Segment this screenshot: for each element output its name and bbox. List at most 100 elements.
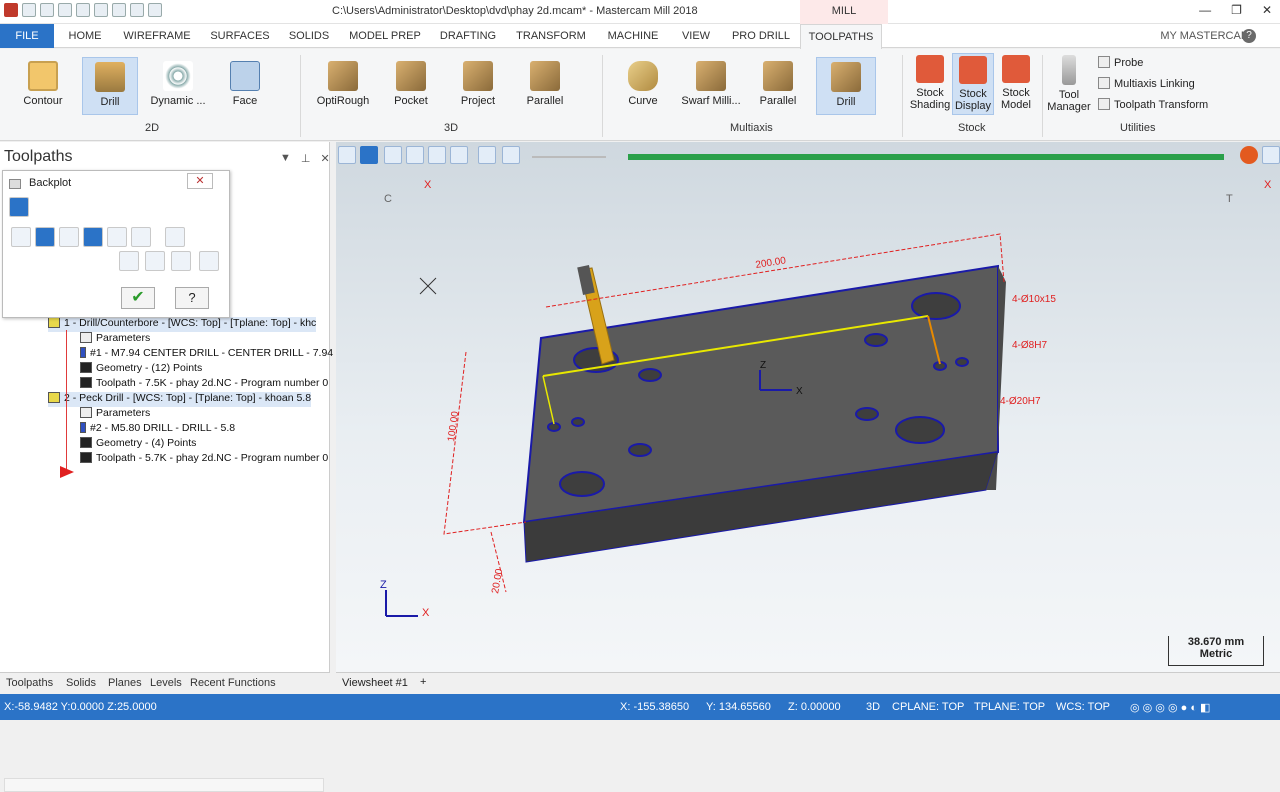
restore-icon[interactable]: ❐ — [1231, 3, 1242, 17]
save-icon[interactable] — [58, 3, 72, 17]
display-color-icon[interactable] — [131, 227, 151, 247]
cplane-status[interactable]: CPLANE: TOP — [892, 701, 964, 713]
tree-scrollbar[interactable] — [4, 778, 324, 792]
tab-transform[interactable]: TRANSFORM — [514, 24, 588, 48]
parallel-multiaxis-button[interactable]: Parallel — [750, 61, 806, 107]
add-viewsheet-button[interactable]: + — [420, 676, 426, 688]
new-icon[interactable] — [22, 3, 36, 17]
minimize-icon[interactable]: — — [1199, 3, 1211, 17]
my-mastercam-link[interactable]: MY MASTERCAM — [1160, 30, 1250, 42]
parallel-3d-button[interactable]: Parallel — [516, 61, 574, 107]
multiaxis-linking-button[interactable]: Multiaxis Linking — [1098, 77, 1195, 90]
tab-model-prep[interactable]: MODEL PREP — [348, 24, 422, 48]
drill-icon — [95, 62, 125, 92]
display-holder-icon[interactable] — [59, 227, 79, 247]
settings-icon[interactable] — [112, 3, 126, 17]
note-holes-1: 4-Ø10x15 — [1012, 294, 1056, 305]
wcs-status[interactable]: WCS: TOP — [1056, 701, 1110, 713]
select-path-icon[interactable] — [119, 251, 139, 271]
drill-multiaxis-button[interactable]: Drill — [816, 57, 876, 115]
tab-solids[interactable]: SOLIDS — [286, 24, 332, 48]
help-icon[interactable]: ? — [1242, 29, 1256, 43]
toolpath-icon — [80, 452, 92, 463]
ok-button[interactable]: ✔ — [121, 287, 155, 309]
redo-icon[interactable] — [148, 3, 162, 17]
panel-close-icon[interactable]: ✕ — [320, 152, 329, 165]
optirough-button[interactable]: OptiRough — [312, 61, 374, 107]
tree-item-tool[interactable]: #1 - M7.94 CENTER DRILL - CENTER DRILL -… — [80, 347, 333, 362]
y-coordinate[interactable]: Y: 134.65560 — [706, 701, 771, 713]
divider — [602, 55, 603, 137]
expand-icon[interactable] — [9, 197, 29, 217]
tab-home[interactable]: HOME — [62, 24, 108, 48]
save-as-icon[interactable] — [76, 3, 90, 17]
dynamic-button[interactable]: Dynamic ... — [148, 61, 208, 107]
display-entity-icon[interactable] — [107, 227, 127, 247]
tree-item-geometry[interactable]: Geometry - (4) Points — [80, 437, 196, 452]
stock-display-button[interactable]: Stock Display — [952, 53, 994, 115]
dim-height: 20.00 — [490, 568, 505, 595]
pin-icon[interactable]: ⊥ — [301, 152, 311, 165]
tree-item-parameters[interactable]: Parameters — [80, 332, 150, 347]
stock-model-icon — [1002, 55, 1030, 83]
camera-icon[interactable] — [171, 251, 191, 271]
backplot-close-icon[interactable]: ✕ — [187, 173, 213, 189]
tree-item-toolpath[interactable]: Toolpath - 7.5K - phay 2d.NC - Program n… — [80, 377, 328, 392]
insert-arrow-icon[interactable] — [60, 466, 74, 478]
project-button[interactable]: Project — [450, 61, 506, 107]
tree-item-op2[interactable]: 2 - Peck Drill - [WCS: Top] - [Tplane: T… — [48, 392, 312, 407]
face-button[interactable]: Face — [218, 61, 272, 107]
stock-shading-button[interactable]: Stock Shading — [908, 55, 952, 111]
tab-recent-functions[interactable]: Recent Functions — [190, 677, 276, 689]
tab-planes-panel[interactable]: Planes — [108, 677, 142, 689]
mode-3d[interactable]: 3D — [866, 701, 880, 713]
toolpath-transform-button[interactable]: Toolpath Transform — [1098, 98, 1208, 111]
tplane-status[interactable]: TPLANE: TOP — [974, 701, 1045, 713]
help-button[interactable]: ? — [175, 287, 209, 309]
print-icon[interactable] — [94, 3, 108, 17]
tab-view[interactable]: VIEW — [676, 24, 716, 48]
tab-drafting[interactable]: DRAFTING — [436, 24, 500, 48]
stock-model-button[interactable]: Stock Model — [994, 55, 1038, 111]
drill-2d-button[interactable]: Drill — [82, 57, 138, 115]
curve-button[interactable]: Curve — [614, 61, 672, 107]
app-icon[interactable] — [4, 3, 18, 17]
panel-tabs: Toolpaths Solids Planes Levels Recent Fu… — [0, 672, 330, 694]
z-coordinate[interactable]: Z: 0.00000 — [788, 701, 841, 713]
probe-button[interactable]: Probe — [1098, 56, 1143, 69]
display-rapid-icon[interactable] — [83, 227, 103, 247]
tree-item-op1[interactable]: 1 - Drill/Counterbore - [WCS: Top] - [Tp… — [48, 317, 317, 332]
display-tool-icon[interactable] — [35, 227, 55, 247]
tree-item-tool[interactable]: #2 - M5.80 DRILL - DRILL - 5.8 — [80, 422, 235, 437]
tab-pro-drill[interactable]: PRO DRILL — [730, 24, 792, 48]
tab-surfaces[interactable]: SURFACES — [208, 24, 272, 48]
contour-button[interactable]: Contour — [14, 61, 72, 107]
tab-toolpaths-panel[interactable]: Toolpaths — [6, 677, 53, 689]
tree-item-parameters[interactable]: Parameters — [80, 407, 150, 422]
tree-item-geometry[interactable]: Geometry - (12) Points — [80, 362, 202, 377]
tab-machine[interactable]: MACHINE — [604, 24, 662, 48]
panel-dropdown-icon[interactable]: ▼ — [280, 152, 291, 165]
pocket-3d-button[interactable]: Pocket — [384, 61, 438, 107]
globe-icon[interactable]: ◎ ◎ ◎ ◎ ● ◐ ◧ — [1130, 701, 1210, 714]
open-icon[interactable] — [40, 3, 54, 17]
tab-file[interactable]: FILE — [0, 24, 54, 48]
tab-solids-panel[interactable]: Solids — [66, 677, 96, 689]
tab-wireframe[interactable]: WIREFRAME — [122, 24, 192, 48]
tool-manager-button[interactable]: Tool Manager — [1046, 55, 1092, 113]
swarf-milling-button[interactable]: Swarf Milli... — [680, 61, 742, 107]
display-path-icon[interactable] — [11, 227, 31, 247]
tab-levels-panel[interactable]: Levels — [150, 677, 182, 689]
note-holes-2: 4-Ø8H7 — [1012, 340, 1047, 351]
undo-icon[interactable] — [130, 3, 144, 17]
model-view[interactable]: 200.00 100.00 20.00 4-Ø10x15 4-Ø8H7 4-Ø2… — [336, 142, 1280, 672]
save-geometry-icon[interactable] — [199, 251, 219, 271]
close-icon[interactable]: ✕ — [1262, 3, 1272, 17]
viewsheet-tab[interactable]: Viewsheet #1 — [342, 677, 408, 689]
x-coordinate[interactable]: X: -155.38650 — [620, 701, 689, 713]
tree-item-toolpath[interactable]: Toolpath - 5.7K - phay 2d.NC - Program n… — [80, 452, 328, 467]
info-icon[interactable] — [165, 227, 185, 247]
graphics-viewport[interactable]: 200.00 100.00 20.00 4-Ø10x15 4-Ø8H7 4-Ø2… — [336, 142, 1280, 672]
all-path-icon[interactable] — [145, 251, 165, 271]
tab-toolpaths[interactable]: TOOLPATHS — [800, 24, 882, 49]
